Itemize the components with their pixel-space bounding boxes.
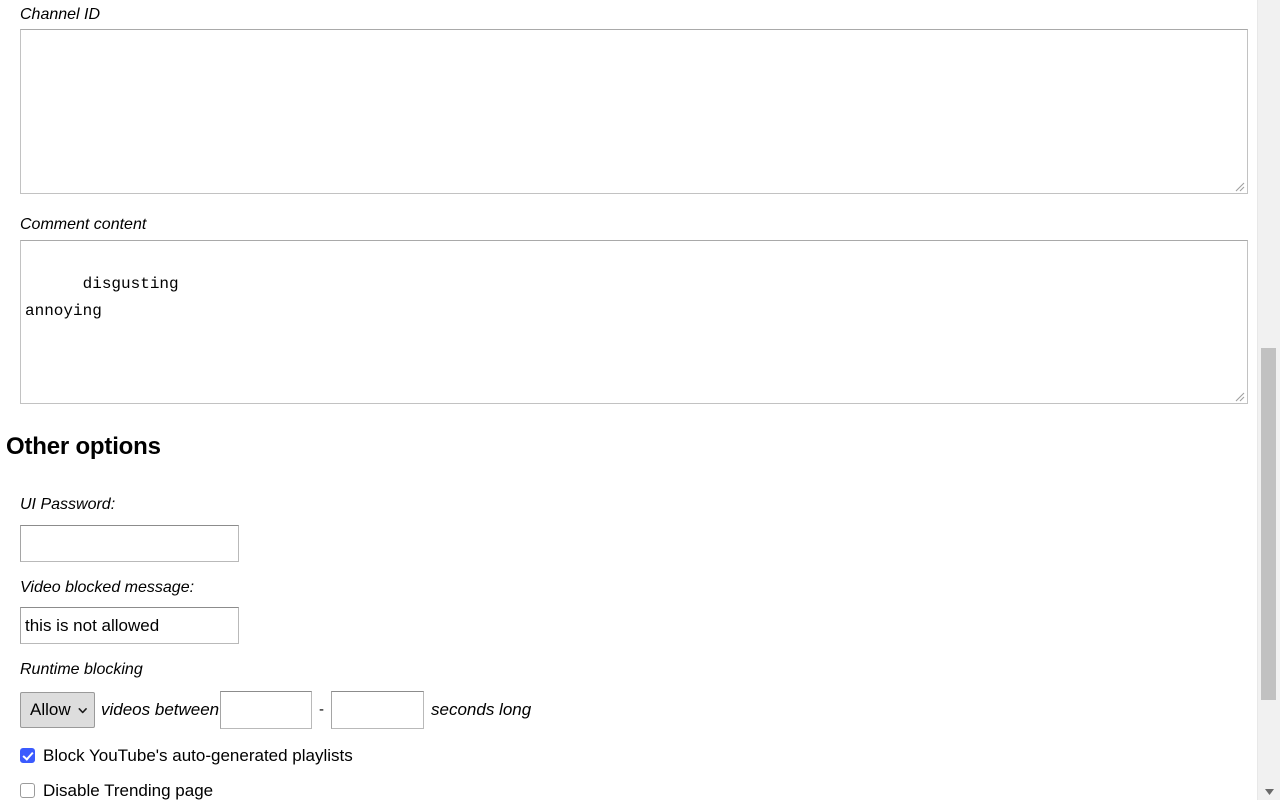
channel-id-label: Channel ID <box>20 6 101 23</box>
comment-content-textarea[interactable]: disgusting annoying <box>20 240 1248 404</box>
scroll-down-button[interactable] <box>1258 783 1280 800</box>
resize-grip-icon[interactable] <box>1232 389 1245 402</box>
block-auto-playlists-checkbox-row[interactable]: Block YouTube's auto-generated playlists <box>20 745 353 766</box>
resize-grip-icon[interactable] <box>1232 179 1245 192</box>
scrollbar-thumb[interactable] <box>1261 348 1276 700</box>
video-blocked-message-input[interactable]: this is not allowed <box>20 607 239 644</box>
runtime-blocking-label: Runtime blocking <box>20 661 143 678</box>
scroll-down-arrow-icon <box>1264 788 1274 795</box>
ui-password-label: UI Password: <box>20 496 116 513</box>
options-content: Channel ID Comment content disgusting an… <box>0 0 1257 800</box>
scroll-up-button[interactable] <box>1258 0 1280 4</box>
runtime-blocking-max-input[interactable] <box>331 691 424 729</box>
runtime-blocking-mode-select[interactable]: Allow <box>20 692 95 728</box>
page-scrollbar[interactable] <box>1257 0 1280 800</box>
runtime-blocking-min-input[interactable] <box>220 691 312 729</box>
disable-trending-checkbox-row[interactable]: Disable Trending page <box>20 780 213 800</box>
comment-content-label: Comment content <box>20 216 147 233</box>
block-auto-playlists-label: Block YouTube's auto-generated playlists <box>43 746 353 765</box>
other-options-heading: Other options <box>6 433 161 460</box>
options-page: Channel ID Comment content disgusting an… <box>0 0 1280 800</box>
runtime-blocking-between-text: videos between <box>101 700 220 719</box>
runtime-blocking-mode-value: Allow <box>30 700 71 719</box>
video-blocked-message-label: Video blocked message: <box>20 579 195 596</box>
chevron-down-icon <box>78 707 87 713</box>
disable-trending-label: Disable Trending page <box>43 781 214 800</box>
block-auto-playlists-checkbox[interactable] <box>20 748 35 763</box>
comment-content-textarea-value: disgusting annoying <box>25 275 179 320</box>
disable-trending-checkbox[interactable] <box>20 783 35 798</box>
video-blocked-message-value: this is not allowed <box>25 615 160 635</box>
runtime-blocking-suffix-text: seconds long <box>431 700 532 719</box>
runtime-blocking-range-separator: - <box>319 701 324 718</box>
ui-password-input[interactable] <box>20 525 239 562</box>
channel-id-textarea[interactable] <box>20 29 1248 194</box>
